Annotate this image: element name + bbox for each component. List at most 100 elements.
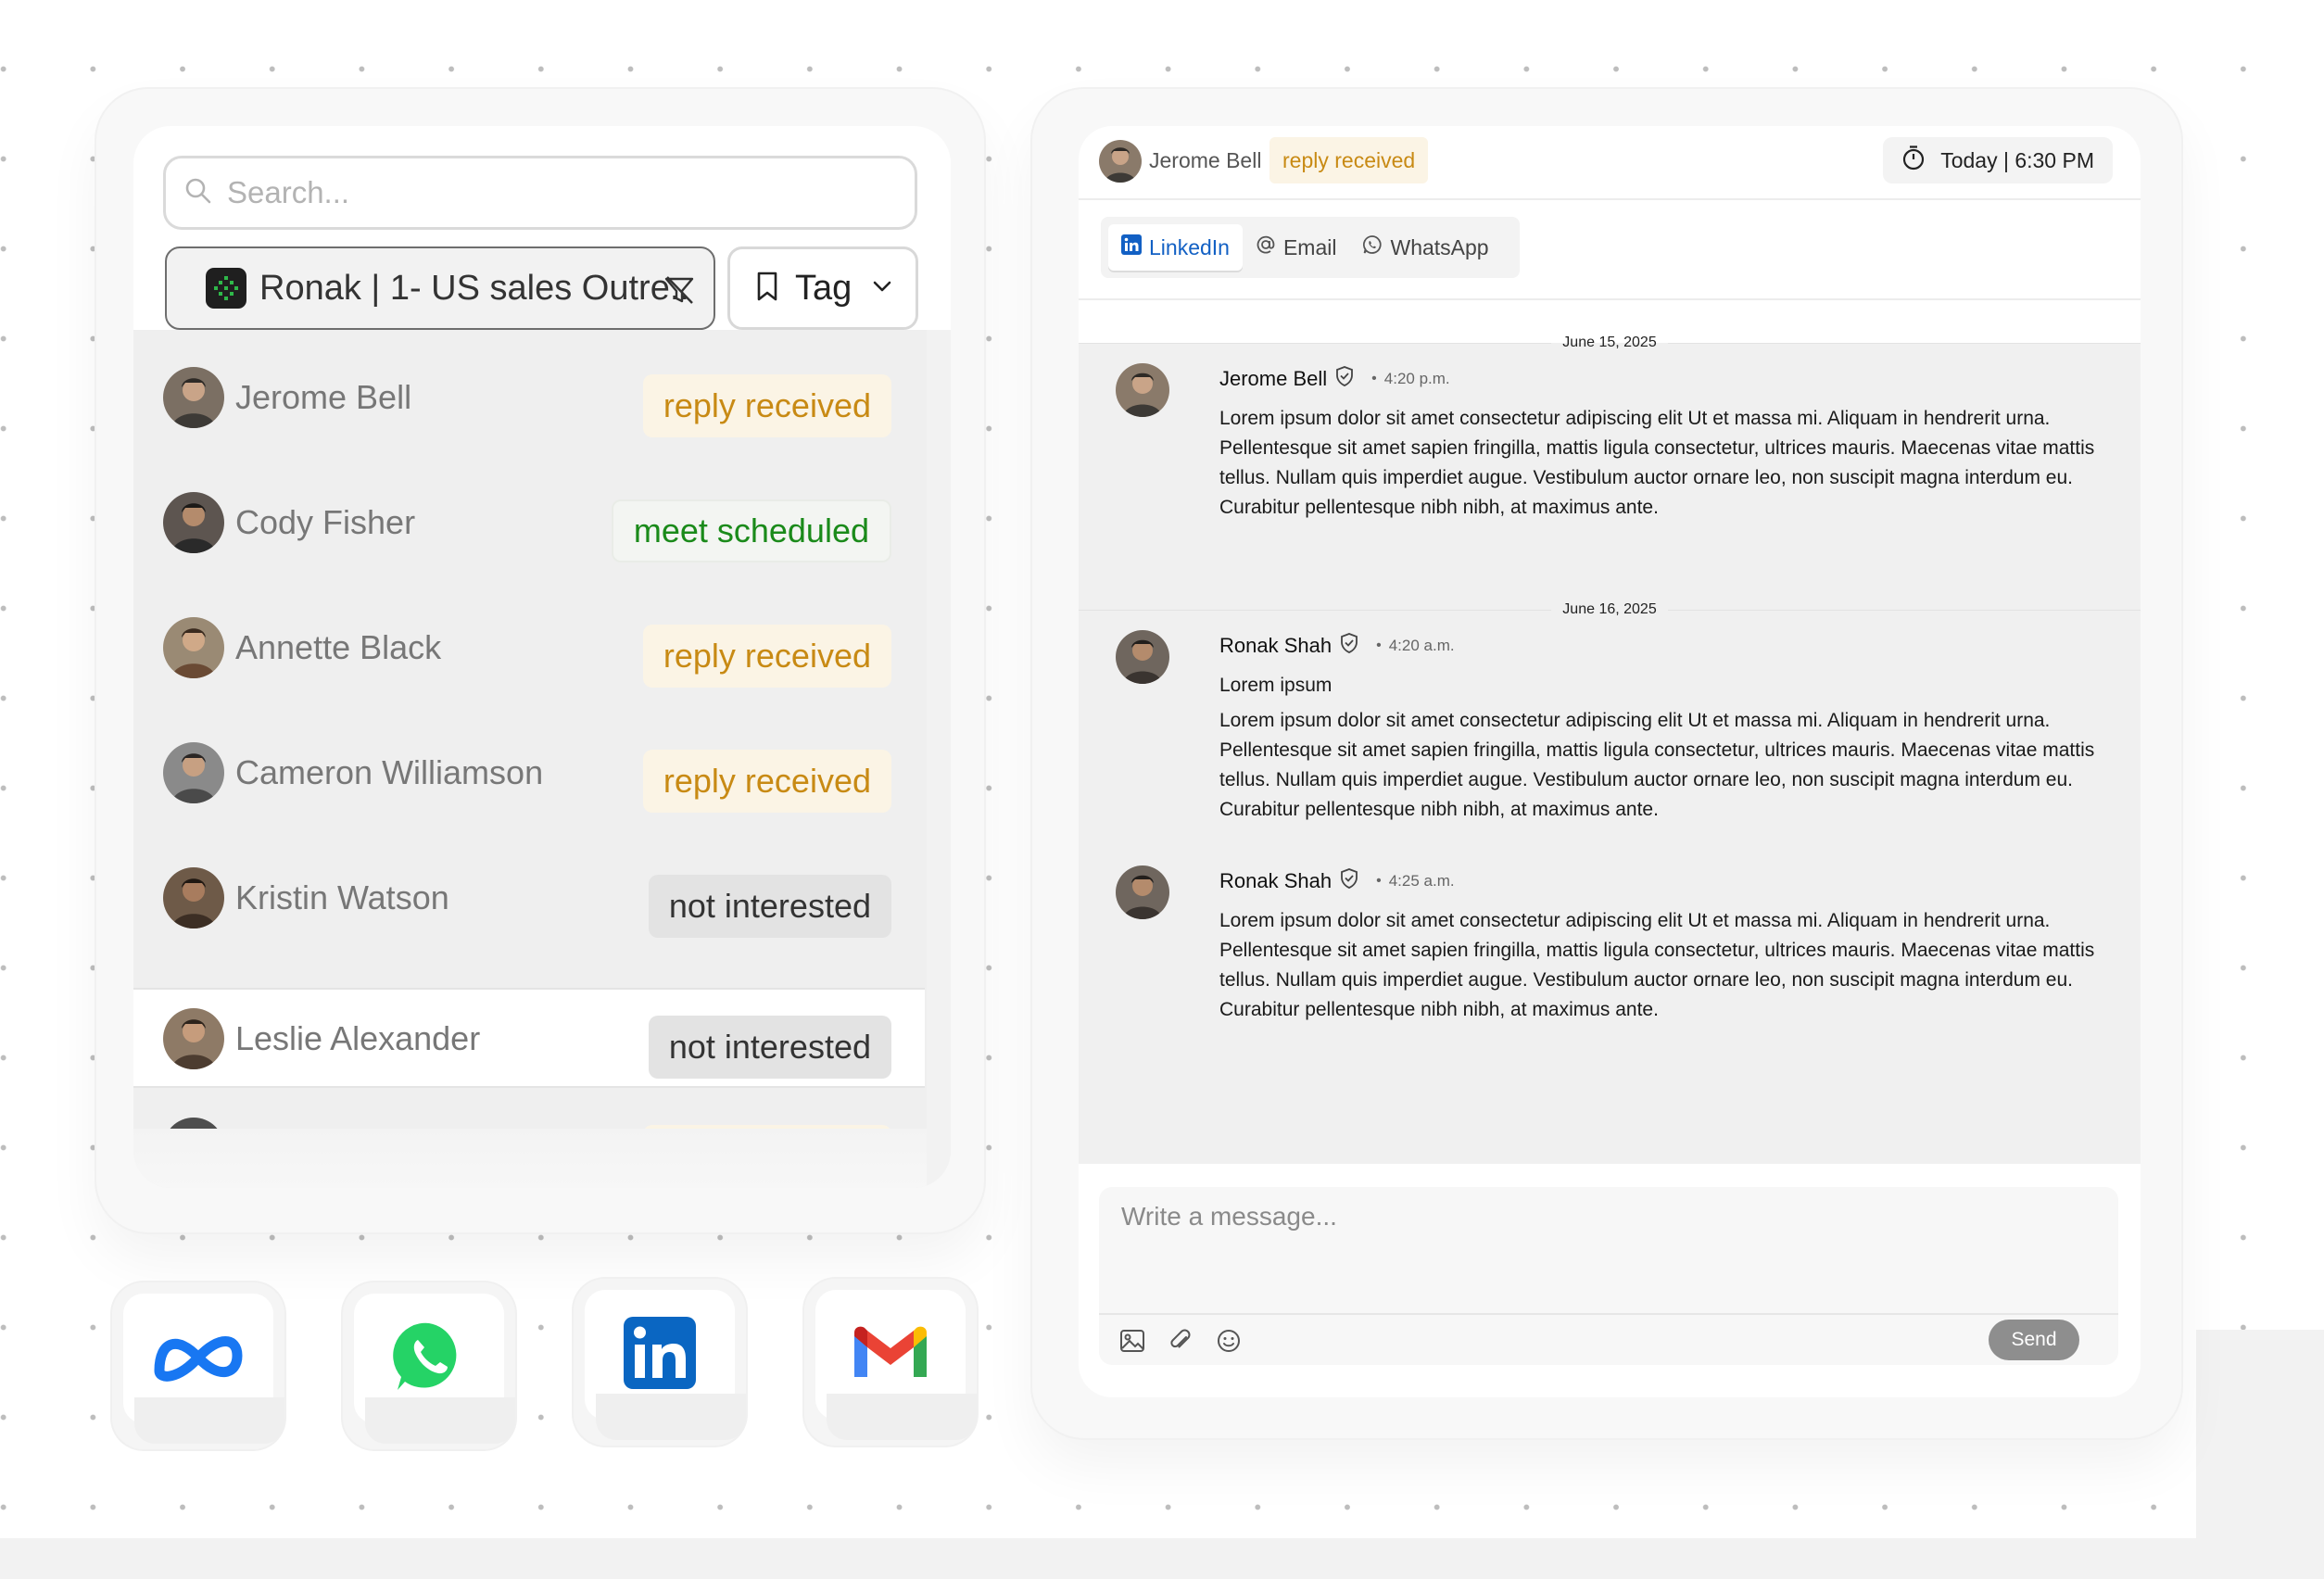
message: Ronak Shah • 4:20 a.m. Lorem ipsum Lorem… [1116,630,2098,843]
message-time: 4:25 a.m. [1388,871,1455,890]
tab-email-label: Email [1282,234,1337,259]
message-body: Lorem ipsum dolor sit amet consectetur a… [1219,404,2109,523]
message: Jerome Bell • 4:20 p.m. Lorem ipsum dolo… [1116,363,2098,530]
contact-name: Kristin Watson [235,878,449,916]
page-footer-strip [0,1538,2324,1579]
campaign-filter-label: Ronak | 1- US sales Outre.. [259,268,689,308]
background-shape [2196,1330,2324,1538]
timer-icon [1901,145,1940,176]
chat-header: Jerome Bell reply received Today | 6:30 … [1079,126,2141,200]
message: Ronak Shah • 4:25 a.m. Lorem ipsum dolor… [1116,865,2098,1051]
contact-name: Annette Black [235,628,442,666]
linkedin-icon [624,1316,696,1394]
avatar[interactable] [1116,363,1169,417]
message-input[interactable] [1099,1187,2118,1311]
campaign-logo-icon [206,268,246,309]
message-composer: Send [1099,1187,2118,1365]
avatar[interactable] [1116,630,1169,684]
emoji-icon[interactable] [1214,1326,1244,1356]
message-author: Ronak Shah [1219,868,1333,892]
tab-linkedin-label: LinkedIn [1149,234,1230,259]
contact-row[interactable]: Annette Black reply received [133,599,925,699]
status-badge: meet scheduled [611,499,891,562]
campaign-filter[interactable]: Ronak | 1- US sales Outre.. [165,246,715,330]
tab-email[interactable]: Email [1243,224,1350,271]
chat-contact-name: Jerome Bell [1149,148,1262,172]
meta-icon [150,1328,246,1390]
contact-name: Cody Fisher [235,503,416,541]
contact-row[interactable]: Leslie Alexander not interested [133,988,925,1088]
message-text: Lorem ipsum dolor sit amet consectetur a… [1219,910,2095,1020]
chevron-down-icon [872,280,892,297]
search-box[interactable] [163,156,917,230]
timestamp-badge: Today | 6:30 PM [1883,137,2113,183]
channel-bar: LinkedIn Email WhatsApp [1079,200,2141,300]
avatar [163,492,224,553]
avatar [163,617,224,678]
gmail-icon [851,1323,930,1387]
status-badge: not interested [648,1016,891,1079]
contact-list-scrollbar[interactable] [927,330,951,1188]
avatar[interactable] [1116,865,1169,919]
message-time: 4:20 a.m. [1388,636,1455,654]
tab-whatsapp[interactable]: WhatsApp [1349,224,1501,271]
contact-name: Jerome Bell [235,378,412,416]
verified-shield-icon [1339,867,1359,894]
message-body: Lorem ipsum dolor sit amet consectetur a… [1219,906,2109,1025]
paperclip-icon[interactable] [1166,1326,1195,1356]
date-separator: June 15, 2025 [1079,332,2141,354]
linkedin-app-tile[interactable] [574,1279,746,1446]
contact-row[interactable]: Kristin Watson not interested [133,849,925,949]
contact-name: Cameron Williamson [235,753,544,791]
tag-filter-button[interactable]: Tag [727,246,918,330]
avatar [163,367,224,428]
at-icon [1256,234,1283,260]
message-body: Lorem ipsum Lorem ipsum dolor sit amet c… [1219,671,2109,825]
avatar [163,1008,224,1069]
contact-name: Leslie Alexander [235,1019,481,1057]
search-icon [183,175,214,211]
meta-app-tile[interactable] [112,1282,284,1449]
gmail-app-tile[interactable] [804,1279,977,1446]
status-badge: reply received [642,374,891,437]
message-text: Lorem ipsum dolor sit amet consectetur a… [1219,408,2095,518]
status-badge: not interested [648,875,891,938]
avatar [163,742,224,803]
status-badge: reply received [642,625,891,688]
conversation-thread: June 15, 2025 Jerome Bell • 4:20 p.m. Lo… [1079,300,2141,1164]
message-text: Lorem ipsum [1219,675,1333,696]
send-button[interactable]: Send [1989,1320,2079,1360]
message-author: Jerome Bell [1219,366,1328,390]
verified-shield-icon [1339,632,1359,659]
list-overflow-row [133,1129,951,1188]
image-icon[interactable] [1118,1326,1147,1356]
avatar[interactable] [1099,140,1142,183]
whatsapp-icon [1362,234,1390,260]
clear-filter-icon[interactable] [662,272,697,308]
tab-whatsapp-label: WhatsApp [1390,234,1489,259]
status-badge: reply received [642,750,891,813]
linkedin-icon [1121,234,1149,260]
message-time: 4:20 p.m. [1383,369,1450,387]
verified-shield-icon [1334,365,1355,392]
date-separator: June 16, 2025 [1079,599,2141,621]
contact-row[interactable]: Cameron Williamson reply received [133,724,925,824]
date-label: June 16, 2025 [1562,601,1657,617]
channel-tabs: LinkedIn Email WhatsApp [1101,217,1520,278]
tab-linkedin[interactable]: LinkedIn [1108,224,1243,271]
contact-row[interactable]: Cody Fisher meet scheduled [133,474,925,574]
date-label: June 15, 2025 [1562,335,1657,350]
whatsapp-icon [392,1320,466,1398]
chat-panel: Jerome Bell reply received Today | 6:30 … [1079,126,2141,1397]
message-author: Ronak Shah [1219,633,1333,657]
chat-time: Today | 6:30 PM [1940,147,2094,172]
inbox-panel: Ronak | 1- US sales Outre.. Tag Jerome B… [133,126,951,1188]
whatsapp-app-tile[interactable] [343,1282,515,1449]
contact-row[interactable]: Jerome Bell reply received [133,348,925,448]
contact-list: Jerome Bell reply received Cody Fisher meet… [133,330,951,1188]
search-input[interactable] [227,175,876,210]
tag-filter-label: Tag [795,268,853,308]
bookmark-icon [754,271,780,307]
status-badge: reply received [1269,137,1429,183]
message-text: Lorem ipsum dolor sit amet consectetur a… [1219,710,2095,820]
